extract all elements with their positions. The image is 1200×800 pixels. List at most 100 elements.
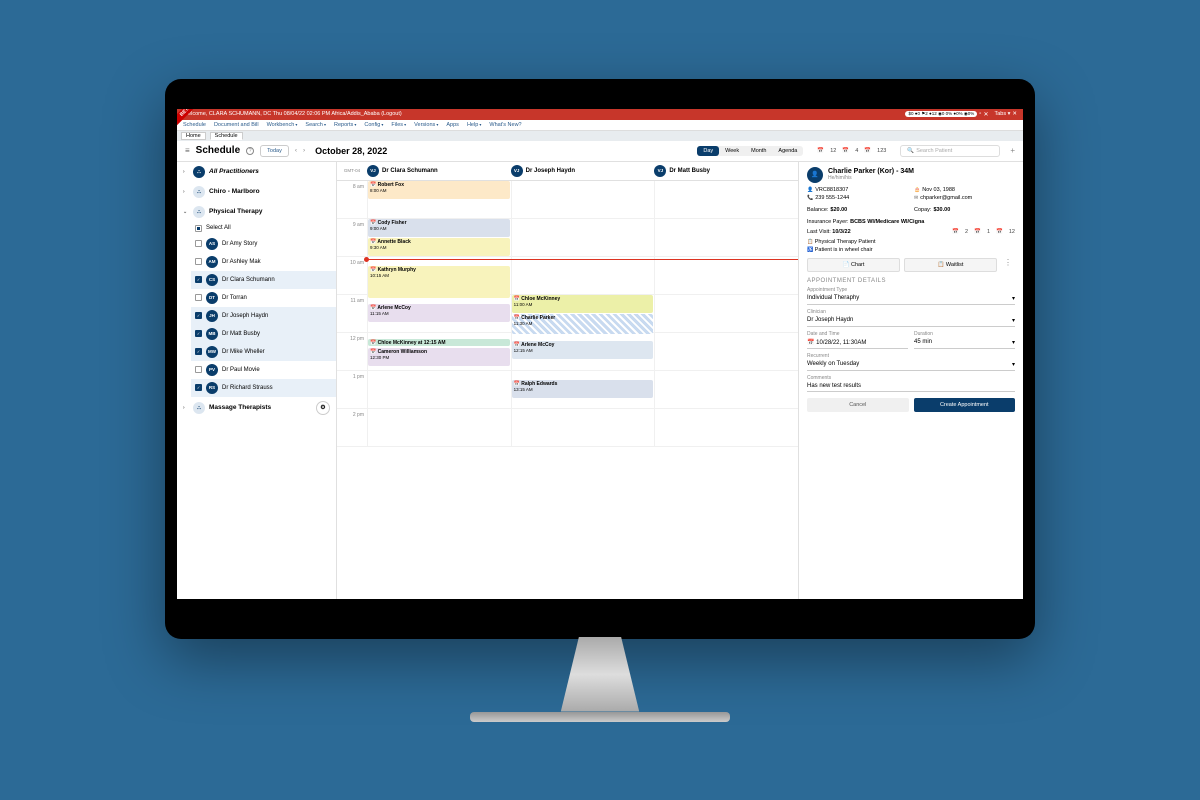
checkbox-icon[interactable] xyxy=(195,366,202,373)
today-button[interactable]: Today xyxy=(260,145,289,157)
menu-schedule[interactable]: Schedule xyxy=(183,122,206,128)
calendar-event[interactable]: 📅 Cody Fisher9:00 AM xyxy=(368,219,510,237)
type-select[interactable]: Individual Theraphy▾ xyxy=(807,293,1015,305)
prev-icon[interactable]: ‹ xyxy=(295,147,297,154)
practitioner-row[interactable]: ✓RSDr Richard Strauss xyxy=(191,379,336,397)
time-slot[interactable] xyxy=(654,219,798,256)
practitioner-row[interactable]: ✓MWDr Mike Wheller xyxy=(191,343,336,361)
time-slot[interactable] xyxy=(367,409,511,446)
group-massage[interactable]: ›⛬Massage Therapists⚙ xyxy=(177,397,336,419)
calendar-event[interactable]: 📅 Robert Fox8:00 AM xyxy=(368,181,510,199)
patient-dob: 🎂Nov 03, 1988 xyxy=(914,187,1015,193)
create-button[interactable]: Create Appointment xyxy=(914,398,1016,412)
calendar-event[interactable]: 📅 Arlene McCoy11:15 AM xyxy=(368,304,510,322)
menu-workbench[interactable]: Workbench xyxy=(267,122,298,128)
calendar-event[interactable]: 📅 Charlie Parker11:30 AM xyxy=(512,314,654,334)
calendar-event[interactable]: 📅 Kathryn Murphy10:15 AM xyxy=(368,266,510,298)
menu-reports[interactable]: Reports xyxy=(334,122,356,128)
checkbox-icon[interactable] xyxy=(195,258,202,265)
calendar-event[interactable]: 📅 Annette Black9:30 AM xyxy=(368,238,510,256)
time-slot[interactable] xyxy=(654,257,798,294)
calendar-event[interactable]: 📅 Ralph Edwards13:15 AM xyxy=(512,380,654,398)
select-all-row[interactable]: Select All xyxy=(191,222,336,235)
tabs-bar: Home Schedule xyxy=(177,131,1023,141)
checkbox-icon[interactable]: ✓ xyxy=(195,312,202,319)
checkbox-icon[interactable] xyxy=(195,225,202,232)
menu-document[interactable]: Document and Bill xyxy=(214,122,259,128)
group-chiro[interactable]: ›⛬Chiro - Marlboro xyxy=(177,182,336,202)
time-slot[interactable] xyxy=(654,371,798,408)
comments-input[interactable]: Has new test results xyxy=(807,381,1015,392)
practitioner-name: Dr Paul Movie xyxy=(222,367,260,373)
view-week[interactable]: Week xyxy=(719,146,745,156)
patient-id: 👤VRC8818307 xyxy=(807,187,908,193)
practitioner-name: Dr Richard Strauss xyxy=(222,385,273,391)
time-slot[interactable] xyxy=(511,409,655,446)
tab-schedule[interactable]: Schedule xyxy=(210,132,243,140)
practitioner-row[interactable]: ✓MBDr Matt Busby xyxy=(191,325,336,343)
view-agenda[interactable]: Agenda xyxy=(772,146,803,156)
window-min-icon[interactable]: ▫ xyxy=(979,111,981,117)
time-slot[interactable] xyxy=(511,257,655,294)
practitioner-name: Dr Mike Wheller xyxy=(222,349,265,355)
group-all[interactable]: ›⛬All Practitioners xyxy=(177,162,336,182)
menu-apps[interactable]: Apps xyxy=(446,122,459,128)
calendar-event[interactable]: 📅 Cameron Williamson12:30 PM xyxy=(368,348,510,366)
patient-pronouns: He/him/his xyxy=(828,175,914,181)
menu-help[interactable]: Help xyxy=(467,122,481,128)
chart-button[interactable]: 📄 Chart xyxy=(807,258,900,272)
search-input[interactable]: 🔍Search Patient xyxy=(900,145,1000,157)
more-icon[interactable]: ⋮ xyxy=(1001,258,1015,272)
time-slot[interactable] xyxy=(367,371,511,408)
time-slot[interactable] xyxy=(654,409,798,446)
recurrent-select[interactable]: Weekly on Tuesday▾ xyxy=(807,359,1015,371)
duration-select[interactable]: 45 min▾ xyxy=(914,337,1015,349)
time-slot[interactable] xyxy=(654,295,798,332)
tab-home[interactable]: Home xyxy=(181,132,206,140)
close-icon[interactable]: ✕ xyxy=(1012,111,1017,117)
gear-icon[interactable]: ⚙ xyxy=(316,401,330,415)
tabs-label[interactable]: Tabs ▾ xyxy=(994,111,1010,117)
menu-config[interactable]: Config xyxy=(364,122,383,128)
window-close-icon[interactable]: ✕ xyxy=(983,111,988,118)
menu-versions[interactable]: Versions xyxy=(414,122,438,128)
checkbox-icon[interactable]: ✓ xyxy=(195,330,202,337)
help-icon[interactable]: ? xyxy=(246,147,254,155)
time-slot[interactable] xyxy=(654,333,798,370)
practitioner-row[interactable]: ASDr Amy Story xyxy=(191,235,336,253)
view-day[interactable]: Day xyxy=(697,146,719,156)
next-icon[interactable]: › xyxy=(303,147,305,154)
time-slot[interactable] xyxy=(511,181,655,218)
checkbox-icon[interactable]: ✓ xyxy=(195,348,202,355)
add-icon[interactable]: + xyxy=(1010,146,1015,155)
practitioner-row[interactable]: PVDr Paul Movie xyxy=(191,361,336,379)
clinician-select[interactable]: Dr Joseph Haydn▾ xyxy=(807,315,1015,327)
datetime-input[interactable]: 📅 10/28/22, 11:30AM xyxy=(807,337,908,349)
checkbox-icon[interactable] xyxy=(195,240,202,247)
calendar-event[interactable]: 📅 Chloe McKinney11:00 AM xyxy=(512,295,654,313)
menu-whatsnew[interactable]: What's New? xyxy=(489,122,521,128)
id-icon: 👤 xyxy=(807,187,813,193)
menu-files[interactable]: Files xyxy=(391,122,406,128)
view-month[interactable]: Month xyxy=(745,146,772,156)
checkbox-icon[interactable]: ✓ xyxy=(195,384,202,391)
group-pt[interactable]: ⌄⛬Physical Therapy xyxy=(177,202,336,222)
avatar: JH xyxy=(206,310,218,322)
welcome-text: Welcome, CLARA SCHUMANN, DC Thu 08/04/22… xyxy=(183,111,380,117)
time-slot[interactable] xyxy=(511,219,655,256)
menu-search[interactable]: Search xyxy=(305,122,326,128)
waitlist-button[interactable]: 📋 Waitlist xyxy=(904,258,997,272)
checkbox-icon[interactable]: ✓ xyxy=(195,276,202,283)
checkbox-icon[interactable] xyxy=(195,294,202,301)
practitioner-row[interactable]: AMDr Ashley Mak xyxy=(191,253,336,271)
hamburger-icon[interactable]: ≡ xyxy=(185,146,190,155)
cancel-button[interactable]: Cancel xyxy=(807,398,909,412)
calendar-event[interactable]: 📅 Arlene McCoy12:15 AM xyxy=(512,341,654,359)
practitioner-row[interactable]: ✓JHDr Joseph Haydn xyxy=(191,307,336,325)
calendar-event[interactable]: 📅 Chloe McKinney at 12:15 AM xyxy=(368,339,510,346)
time-slot[interactable] xyxy=(654,181,798,218)
practitioner-row[interactable]: ✓CSDr Clara Schumann xyxy=(191,271,336,289)
logout-link[interactable]: (Logout) xyxy=(381,111,402,117)
practitioner-row[interactable]: DTDr Torran xyxy=(191,289,336,307)
practitioner-name: Dr Matt Busby xyxy=(222,331,260,337)
